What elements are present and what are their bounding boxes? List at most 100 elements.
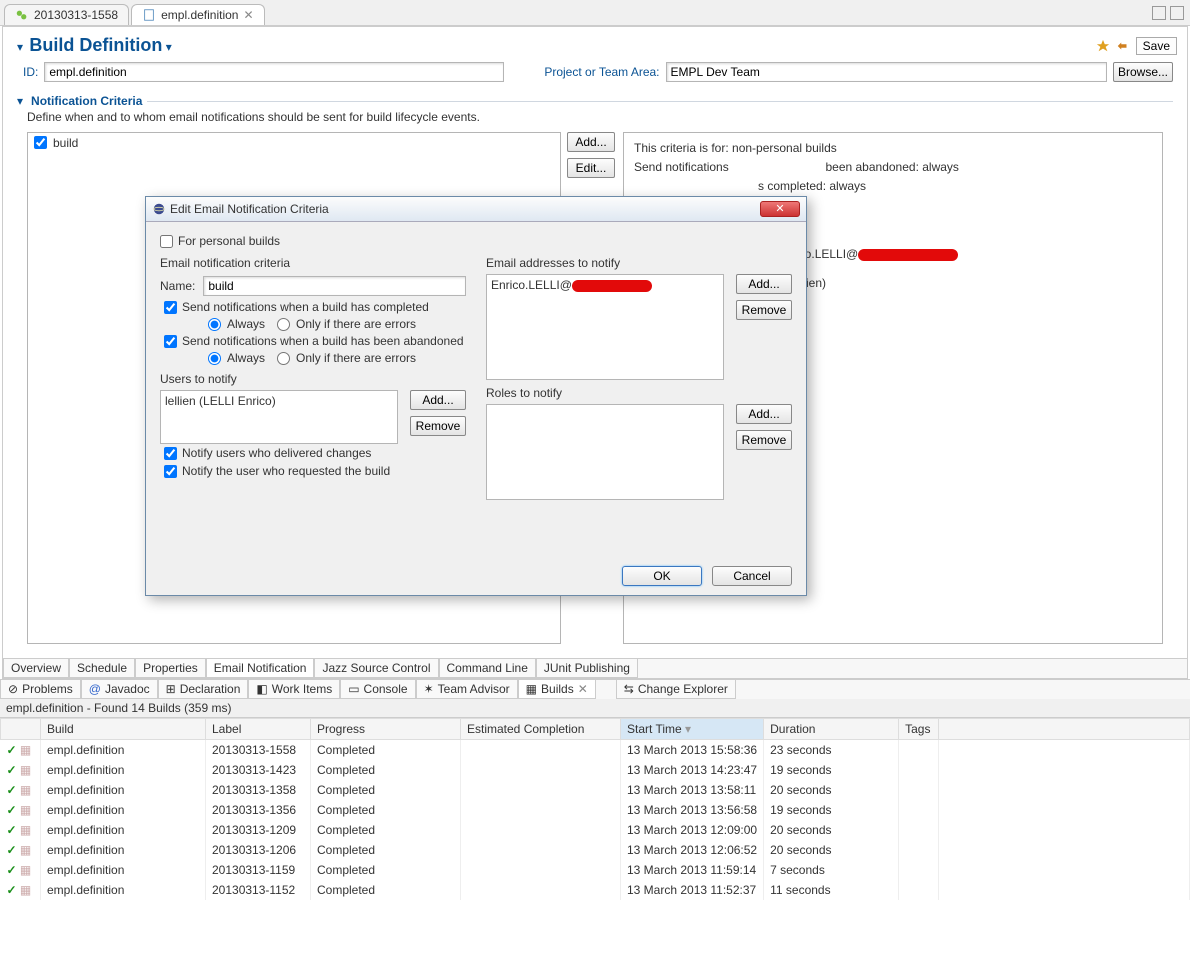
criteria-item-check[interactable] [34, 136, 47, 149]
roles-remove-button[interactable]: Remove [736, 430, 792, 450]
tab-properties[interactable]: Properties [135, 659, 206, 678]
chevron-down-icon[interactable]: ▾ [166, 40, 172, 54]
tab-team-advisor[interactable]: ✶Team Advisor [416, 680, 518, 699]
col-progress[interactable]: Progress [311, 719, 461, 740]
add-button[interactable]: Add... [567, 132, 615, 152]
name-field[interactable] [203, 276, 466, 296]
users-list[interactable]: lellien (LELLI Enrico) [160, 390, 398, 444]
table-row[interactable]: ✓ ▦empl.definition20130313-1209Completed… [1, 820, 1190, 840]
browse-button[interactable]: Browse... [1113, 62, 1173, 82]
close-button[interactable]: ✕ [760, 201, 800, 217]
builds-icon: ▦ [526, 682, 537, 696]
tab-email-notification[interactable]: Email Notification [206, 659, 315, 678]
emails-add-button[interactable]: Add... [736, 274, 792, 294]
save-button[interactable]: Save [1136, 37, 1177, 55]
close-icon[interactable]: ✕ [243, 8, 253, 22]
completed-errors-radio[interactable] [277, 318, 290, 331]
table-row[interactable]: ✓ ▦empl.definition20130313-1558Completed… [1, 740, 1190, 761]
tab-javadoc[interactable]: @Javadoc [81, 680, 158, 699]
notify-delivered-checkbox[interactable] [164, 447, 177, 460]
file-icon [142, 8, 156, 22]
tab-jazz-source[interactable]: Jazz Source Control [314, 659, 438, 678]
criteria-item-label: build [53, 136, 78, 150]
tab-command-line[interactable]: Command Line [439, 659, 536, 678]
col-build[interactable]: Build [41, 719, 206, 740]
build-icon: ▦ [20, 823, 31, 837]
section-title: Notification Criteria [31, 94, 142, 108]
project-field[interactable] [666, 62, 1107, 82]
ok-button[interactable]: OK [622, 566, 702, 586]
col-start[interactable]: Start Time ▾ [621, 719, 764, 740]
users-remove-button[interactable]: Remove [410, 416, 466, 436]
user-item[interactable]: lellien (LELLI Enrico) [165, 394, 393, 408]
tab-junit[interactable]: JUnit Publishing [536, 659, 638, 678]
emails-list[interactable]: Enrico.LELLI@ [486, 274, 724, 380]
minimize-icon[interactable] [1152, 6, 1166, 20]
sort-desc-icon: ▾ [685, 722, 691, 736]
abandoned-label: Send notifications when a build has been… [182, 334, 464, 348]
cancel-button[interactable]: Cancel [712, 566, 792, 586]
col-duration[interactable]: Duration [764, 719, 899, 740]
tab-builds[interactable]: ▦Builds✕ [518, 680, 596, 699]
check-icon: ✓ [7, 883, 17, 897]
tab-change-explorer[interactable]: ⇆Change Explorer [616, 680, 736, 699]
email-item[interactable]: Enrico.LELLI@ [491, 278, 719, 292]
check-icon: ✓ [7, 863, 17, 877]
work-items-icon: ◧ [256, 682, 267, 696]
completed-always-radio[interactable] [208, 318, 221, 331]
twistie-icon[interactable]: ▾ [17, 94, 23, 108]
check-icon: ✓ [7, 843, 17, 857]
console-icon: ▭ [348, 682, 359, 696]
close-icon[interactable]: ✕ [578, 682, 588, 696]
tab-problems[interactable]: ⊘Problems [0, 680, 81, 699]
table-row[interactable]: ✓ ▦empl.definition20130313-1356Completed… [1, 800, 1190, 820]
personal-builds-label: For personal builds [178, 234, 280, 248]
completed-checkbox[interactable] [164, 301, 177, 314]
twistie-icon[interactable]: ▾ [17, 40, 23, 54]
build-icon: ▦ [20, 843, 31, 857]
action-icon-2[interactable] [1116, 39, 1130, 53]
table-row[interactable]: ✓ ▦empl.definition20130313-1152Completed… [1, 880, 1190, 900]
maximize-icon[interactable] [1170, 6, 1184, 20]
tab-console[interactable]: ▭Console [340, 680, 415, 699]
notify-requester-checkbox[interactable] [164, 465, 177, 478]
tab-schedule[interactable]: Schedule [69, 659, 135, 678]
build-icon: ▦ [20, 883, 31, 897]
abandoned-errors-radio[interactable] [277, 352, 290, 365]
edit-button[interactable]: Edit... [567, 158, 615, 178]
table-row[interactable]: ✓ ▦empl.definition20130313-1159Completed… [1, 860, 1190, 880]
tab-build-1558[interactable]: 20130313-1558 [4, 4, 129, 25]
table-row[interactable]: ✓ ▦empl.definition20130313-1206Completed… [1, 840, 1190, 860]
table-row[interactable]: ✓ ▦empl.definition20130313-1358Completed… [1, 780, 1190, 800]
users-add-button[interactable]: Add... [410, 390, 466, 410]
tab-empl-definition[interactable]: empl.definition ✕ [131, 4, 264, 25]
dialog-title: Edit Email Notification Criteria [170, 202, 329, 216]
build-icon: ▦ [20, 763, 31, 777]
name-label: Name: [160, 279, 195, 293]
table-row[interactable]: ✓ ▦empl.definition20130313-1423Completed… [1, 760, 1190, 780]
check-icon: ✓ [7, 823, 17, 837]
personal-builds-checkbox[interactable] [160, 235, 173, 248]
col-label[interactable]: Label [206, 719, 311, 740]
javadoc-icon: @ [89, 682, 101, 696]
users-group-label: Users to notify [160, 372, 466, 386]
id-field[interactable] [44, 62, 504, 82]
check-icon: ✓ [7, 803, 17, 817]
abandoned-checkbox[interactable] [164, 335, 177, 348]
emails-group-label: Email addresses to notify [486, 256, 792, 270]
builds-table: Build Label Progress Estimated Completio… [0, 718, 1190, 900]
section-desc: Define when and to whom email notificati… [3, 108, 1187, 132]
emails-remove-button[interactable]: Remove [736, 300, 792, 320]
abandoned-always-radio[interactable] [208, 352, 221, 365]
col-tags[interactable]: Tags [899, 719, 939, 740]
col-est[interactable]: Estimated Completion [461, 719, 621, 740]
build-icon: ▦ [20, 783, 31, 797]
team-advisor-icon: ✶ [424, 682, 434, 696]
tab-overview[interactable]: Overview [3, 659, 69, 678]
tab-work-items[interactable]: ◧Work Items [248, 680, 340, 699]
tab-declaration[interactable]: ⊞Declaration [158, 680, 249, 699]
roles-add-button[interactable]: Add... [736, 404, 792, 424]
action-icon-1[interactable] [1096, 39, 1110, 53]
tab-label: empl.definition [161, 8, 238, 22]
roles-list[interactable] [486, 404, 724, 500]
